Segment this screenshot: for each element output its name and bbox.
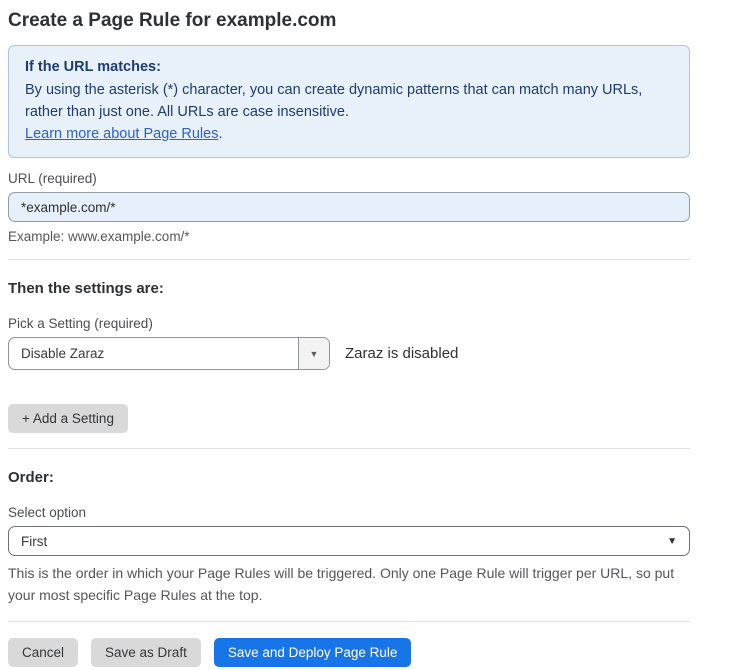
order-select[interactable]: First ▼ [8,526,690,556]
page-title: Create a Page Rule for example.com [8,10,690,32]
order-help-text: This is the order in which your Page Rul… [8,562,684,606]
link-period: . [218,126,222,142]
setting-select-value: Disable Zaraz [9,338,298,369]
setting-row: Disable Zaraz ▼ Zaraz is disabled [8,337,690,370]
chevron-down-icon: ▼ [310,349,319,359]
setting-select-arrow-box[interactable]: ▼ [298,338,329,369]
url-match-info-box: If the URL matches: By using the asteris… [8,45,690,158]
save-as-draft-button[interactable]: Save as Draft [91,638,201,667]
setting-picker-label: Pick a Setting (required) [8,316,690,331]
order-section-heading: Order: [8,469,690,486]
save-and-deploy-button[interactable]: Save and Deploy Page Rule [214,638,412,667]
chevron-down-icon: ▼ [667,536,677,547]
setting-select[interactable]: Disable Zaraz ▼ [8,337,330,370]
cancel-button[interactable]: Cancel [8,638,78,667]
learn-more-link[interactable]: Learn more about Page Rules [25,126,218,142]
divider [8,621,690,622]
add-setting-button[interactable]: + Add a Setting [8,404,128,433]
order-select-value: First [21,534,667,549]
divider [8,259,690,260]
page-rule-form: Create a Page Rule for example.com If th… [0,0,690,667]
url-field-label: URL (required) [8,171,690,186]
info-box-link-line: Learn more about Page Rules. [25,123,673,145]
url-input[interactable] [8,192,690,222]
divider [8,448,690,449]
settings-section-heading: Then the settings are: [8,280,690,297]
url-example-text: Example: www.example.com/* [8,229,690,244]
form-actions: Cancel Save as Draft Save and Deploy Pag… [8,638,690,667]
setting-status-text: Zaraz is disabled [345,345,458,362]
order-select-label: Select option [8,505,690,520]
info-box-heading: If the URL matches: [25,56,673,78]
info-box-body: By using the asterisk (*) character, you… [25,79,645,123]
